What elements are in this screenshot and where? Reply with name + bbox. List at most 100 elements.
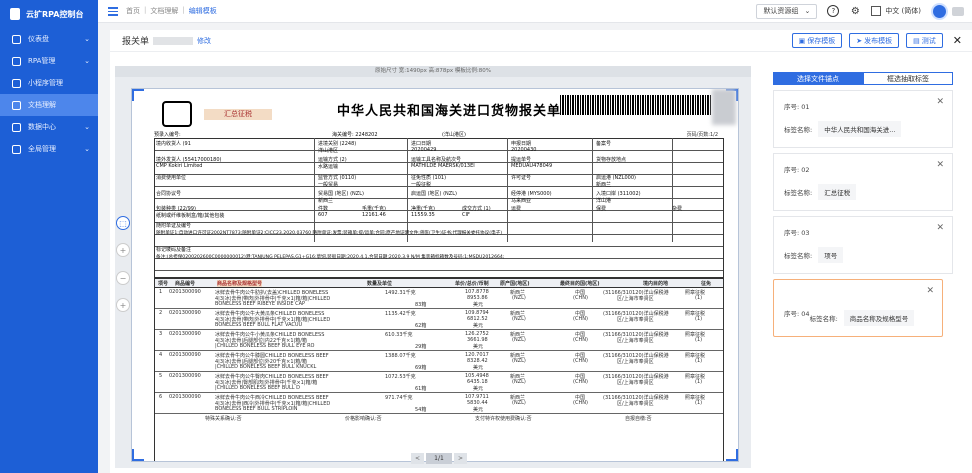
close-icon[interactable]: ✕ bbox=[953, 34, 962, 47]
breadcrumb-home[interactable]: 首页 bbox=[126, 6, 140, 16]
sidebar-item-label: 仪表盘 bbox=[28, 35, 49, 43]
cell-code: 0201300090 bbox=[169, 331, 201, 337]
doc-text: 新西兰 bbox=[318, 198, 334, 204]
modify-link[interactable]: 修改 bbox=[197, 36, 211, 46]
label-card[interactable]: ✕ 序号: 02 标签名称: 汇总征税 bbox=[773, 153, 953, 211]
label-name-value[interactable]: 中华人民共和国海关进... bbox=[818, 121, 902, 137]
user-name[interactable] bbox=[952, 6, 964, 16]
label-name-value[interactable]: 商品名称及规格型号 bbox=[843, 310, 915, 326]
tab-extract-label[interactable]: 框选抽取标签 bbox=[863, 72, 953, 85]
table-footer: 特殊关系确认:否 价格影响确认:否 支付特许权使用费确认:否 自报自缴:否 bbox=[155, 414, 723, 422]
column-header: 原产国(地区) bbox=[500, 281, 530, 287]
grid-divider bbox=[592, 138, 593, 242]
cell-name3: |CHILLED BONELESS BEEF BULL KNUCKL bbox=[215, 364, 317, 370]
column-header: 境内目的地 bbox=[643, 281, 669, 287]
doc-text: MEDUAU478049 bbox=[511, 163, 553, 169]
sidebar-item-label: 小程序管理 bbox=[28, 79, 63, 87]
send-icon: ➤ bbox=[856, 36, 863, 45]
sidebar-item-rpa[interactable]: RPA管理 ⌄ bbox=[0, 50, 98, 72]
save-template-button[interactable]: ▣ 保存模板 bbox=[791, 33, 843, 48]
resource-group-select[interactable]: 默认资源组 ⌄ bbox=[756, 3, 818, 19]
publish-template-button[interactable]: ➤ 发布模板 bbox=[849, 33, 900, 48]
next-page-button[interactable]: > bbox=[454, 453, 467, 464]
close-icon[interactable]: ✕ bbox=[926, 286, 934, 296]
customs-declaration-document[interactable]: 汇总征税 中华人民共和国海关进口货物报关单 页码/页数:1/2 预录入编号: 海… bbox=[131, 88, 739, 462]
sidebar-item-data-center[interactable]: 数据中心 ⌄ bbox=[0, 116, 98, 138]
zoom-out-icon[interactable]: − bbox=[116, 271, 130, 285]
table-row[interactable]: 3 0201300090 冰鲜去骨牛肉公牛小黄瓜条CHILLED BONELESS 4… bbox=[155, 330, 723, 351]
table-row[interactable]: 4 0201300090 冰鲜去骨牛肉公牛膝圆CHILLED BONELESS BE… bbox=[155, 351, 723, 372]
table-row[interactable]: 2 0201300090 冰鲜去骨牛肉公牛大黄瓜条CHILLED BONELESS 4… bbox=[155, 309, 723, 330]
test-button[interactable]: ▤ 测试 bbox=[906, 33, 943, 48]
label-card[interactable]: ✕ 序号: 04 标签名称: 商品名称及规格型号 bbox=[773, 279, 943, 337]
label-card[interactable]: ✕ 序号: 03 标签名称: 项号 bbox=[773, 216, 953, 274]
doc-text: 经停港 (MYS000) bbox=[511, 191, 552, 197]
sidebar-item-global[interactable]: 全局管理 ⌄ bbox=[0, 138, 98, 160]
chevron-down-icon: ⌄ bbox=[84, 35, 90, 43]
breadcrumb-current: 编辑模板 bbox=[188, 7, 217, 15]
label-name-value[interactable]: 汇总征税 bbox=[818, 184, 857, 200]
cell-no: 1 bbox=[159, 289, 163, 295]
label-name-value[interactable]: 项号 bbox=[818, 247, 844, 263]
tab-select-anchor[interactable]: 选择文件锚点 bbox=[773, 72, 863, 85]
select-tool-icon[interactable]: ⬚ bbox=[116, 216, 130, 230]
cell-no: 4 bbox=[159, 352, 163, 358]
table-row[interactable]: 5 0201300090 冰鲜去骨牛肉公牛臀肉CHILLED BONELESS BE… bbox=[155, 372, 723, 393]
app-logo[interactable]: 云扩RPA控制台 bbox=[0, 0, 98, 28]
avatar[interactable] bbox=[931, 2, 948, 20]
doc-text: CMP Kokiri Limited bbox=[156, 163, 203, 169]
app-name: 云扩RPA控制台 bbox=[26, 9, 84, 19]
cell-cur: 美元 bbox=[473, 365, 484, 371]
close-icon[interactable]: ✕ bbox=[936, 97, 944, 107]
crop-corner[interactable] bbox=[726, 449, 738, 461]
grid-divider bbox=[672, 138, 673, 242]
doc-text: 新西兰 bbox=[596, 182, 612, 188]
column-header: 征免 bbox=[701, 281, 712, 287]
doc-text: 件数 bbox=[318, 206, 329, 212]
template-editor-panel: 报关单 修改 ▣ 保存模板 ➤ 发布模板 ▤ 测试 ✕ 原始尺寸 宽:1490px 高… bbox=[110, 30, 972, 473]
crop-corner[interactable] bbox=[132, 89, 144, 101]
column-header[interactable]: 商品名称及规格型号 bbox=[217, 280, 263, 287]
card-label-row: 标签名称: 中华人民共和国海关进... bbox=[784, 121, 942, 137]
grid-divider bbox=[407, 138, 408, 242]
table-header: 项号 商品编号 商品名称及规格型号 数量及单位 单价/总价/币制 原产国(地区)… bbox=[155, 279, 723, 288]
close-icon[interactable]: ✕ bbox=[936, 160, 944, 170]
doc-text: 洋山港区 bbox=[318, 148, 339, 154]
doc-text: 马来西亚 bbox=[511, 198, 532, 204]
language-switch[interactable]: 中文 (简体) bbox=[871, 6, 921, 16]
close-icon[interactable]: ✕ bbox=[936, 223, 944, 233]
cell-name3: |CHILLED BONELESS BEEF BULL EYE RO bbox=[215, 343, 315, 349]
help-icon[interactable]: ? bbox=[827, 5, 840, 17]
table-row[interactable]: 6 0201300090 冰鲜去骨牛肉公牛西冷CHILLED BONELESS BE… bbox=[155, 393, 723, 414]
stamp-label[interactable]: 汇总征税 bbox=[204, 109, 272, 120]
document-title[interactable]: 中华人民共和国海关进口货物报关单 bbox=[337, 100, 561, 119]
chevron-down-icon: ⌄ bbox=[84, 145, 90, 153]
sidebar-item-dashboard[interactable]: 仪表盘 ⌄ bbox=[0, 28, 98, 50]
label-name-label: 标签名称: bbox=[784, 189, 813, 197]
prev-page-button[interactable]: < bbox=[411, 453, 424, 464]
label-name-label: 标签名称: bbox=[784, 252, 813, 260]
cell-origin2: (NZL) bbox=[512, 358, 526, 364]
pagination: < 1/1 > bbox=[411, 453, 467, 464]
breadcrumb-document[interactable]: 文档理解 bbox=[150, 6, 178, 16]
label-name-label: 标签名称: bbox=[784, 126, 813, 134]
barcode bbox=[560, 95, 712, 115]
card-seq: 序号: 01 bbox=[784, 101, 942, 111]
card-seq: 序号: 04 bbox=[784, 308, 810, 318]
sidebar: 云扩RPA控制台 仪表盘 ⌄ RPA管理 ⌄ 小程序管理 文档理解 数据中心 ⌄ 全局… bbox=[0, 0, 98, 473]
gear-icon[interactable]: ⚙ bbox=[849, 5, 861, 17]
label-card[interactable]: ✕ 序号: 01 标签名称: 中华人民共和国海关进... bbox=[773, 90, 953, 148]
doc-text: 进境关别 (2248) bbox=[318, 141, 357, 147]
zoom-in-icon[interactable]: + bbox=[116, 243, 130, 257]
sidebar-item-miniapp[interactable]: 小程序管理 bbox=[0, 72, 98, 94]
fit-icon[interactable]: + bbox=[116, 298, 130, 312]
document-viewer[interactable]: 原始尺寸 宽:1490px 高:878px 模板比例:80% ⬚ + − + 汇… bbox=[115, 66, 751, 468]
sidebar-item-document[interactable]: 文档理解 bbox=[0, 94, 98, 116]
cell-tax2: (1) bbox=[695, 400, 703, 406]
table-row[interactable]: 1 0201300090 冰鲜去骨牛肉公牛肋扒(去盖)CHILLED BONELES… bbox=[155, 288, 723, 309]
doc-text: 成交方式 (1) bbox=[462, 206, 491, 212]
menu-fold-icon[interactable] bbox=[108, 6, 118, 16]
column-header: 单价/总价/币制 bbox=[455, 281, 489, 287]
crop-corner[interactable] bbox=[132, 449, 144, 461]
cell-qty2: 62箱 bbox=[415, 323, 427, 329]
